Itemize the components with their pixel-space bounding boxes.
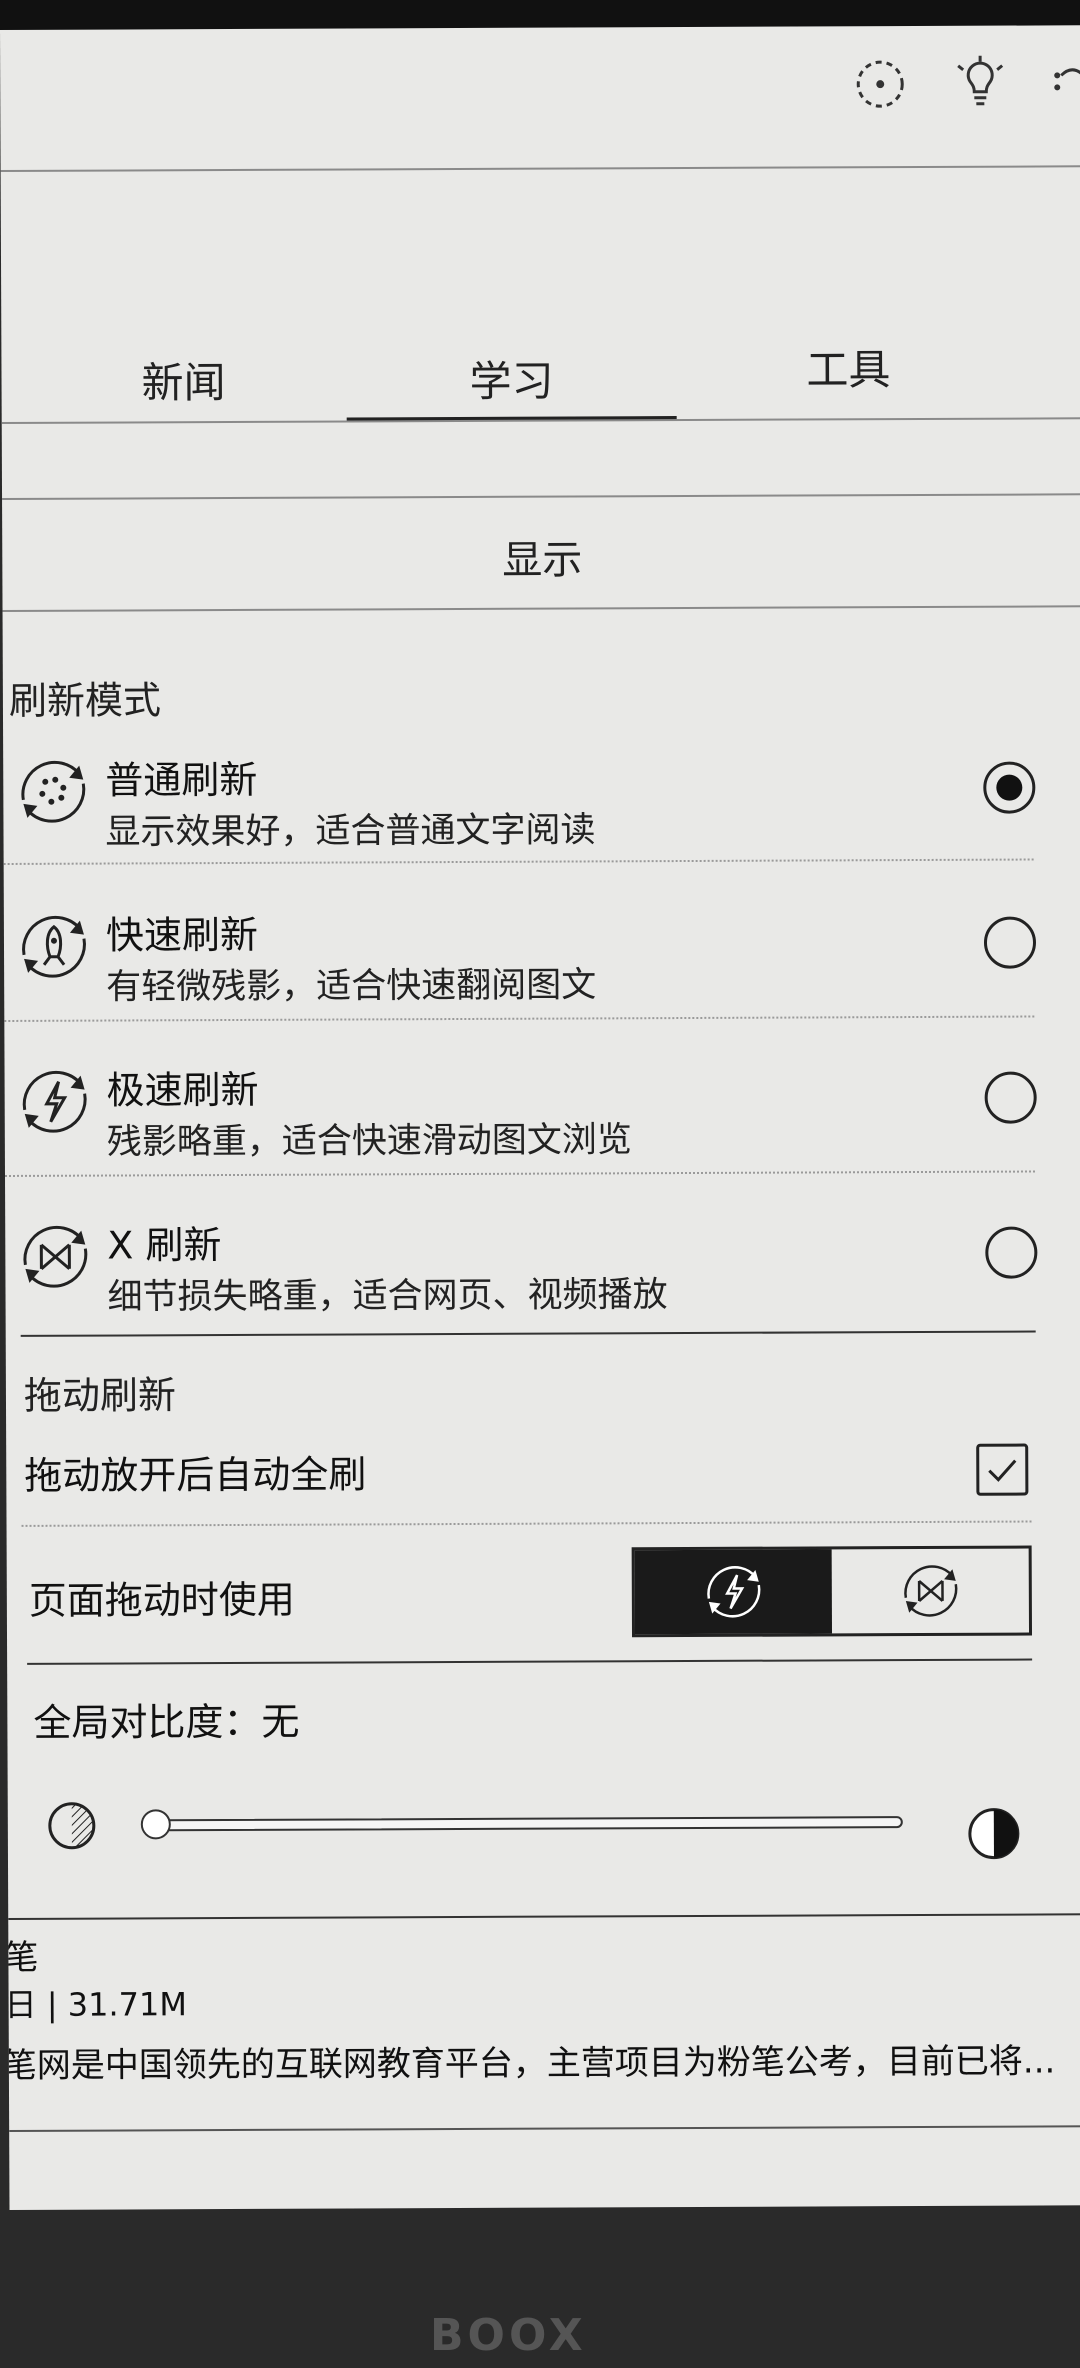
check-icon: [988, 1459, 1017, 1482]
refresh-mode-icon[interactable]: [850, 54, 910, 114]
frontlight-icon[interactable]: [950, 54, 1010, 114]
x-refresh-icon: [13, 1215, 97, 1299]
ultrafast-refresh-icon: [12, 1060, 96, 1144]
radio-fast-refresh[interactable]: [983, 916, 1037, 969]
divider: [2, 493, 1080, 500]
option-description: 残影略重，适合快速滑动图文浏览: [106, 1120, 632, 1163]
option-description: 有轻微残影，适合快速翻阅图文: [106, 965, 597, 1008]
refresh-option-normal[interactable]: 普通刷新 显示效果好，适合普通文字阅读: [3, 725, 1080, 880]
divider: [8, 1913, 1080, 1920]
tab-tools[interactable]: 工具: [806, 336, 890, 397]
divider: [2, 605, 1080, 612]
ultrafast-refresh-icon: [706, 1566, 760, 1618]
drag-refresh-mode-selector: [631, 1545, 1033, 1638]
refresh-option-x[interactable]: X 刷新 细节损失略重，适合网页、视频播放: [5, 1190, 1080, 1345]
app-description: 笔网是中国领先的互联网教育平台，主营项目为粉笔公考，目前已将...: [2, 2041, 1056, 2087]
low-contrast-icon[interactable]: [46, 1800, 98, 1852]
app-title: 笔: [4, 1937, 39, 1978]
app-meta: 日 | 31.71M: [4, 1985, 188, 2024]
refresh-option-ultrafast[interactable]: 极速刷新 残影略重，适合快速滑动图文浏览: [4, 1035, 1080, 1190]
refresh-mode-label: 刷新模式: [8, 678, 162, 723]
tab-news[interactable]: 新闻: [141, 349, 225, 410]
fast-refresh-icon: [12, 905, 96, 989]
auto-full-refresh-checkbox[interactable]: [976, 1443, 1029, 1496]
segment-ultrafast-refresh[interactable]: [634, 1549, 833, 1635]
option-title: 普通刷新: [105, 757, 258, 803]
option-description: 细节损失略重，适合网页、视频播放: [107, 1275, 668, 1318]
divider: [0, 165, 1080, 172]
screen: 新闻 学习 工具 显示 刷新模式 普通刷新 显示效果好，适合普通文字阅读 快速刷…: [0, 25, 1080, 2210]
radio-ultrafast-refresh[interactable]: [984, 1071, 1037, 1124]
option-title: 极速刷新: [106, 1067, 259, 1113]
radio-normal-refresh[interactable]: [983, 761, 1036, 814]
tab-study[interactable]: 学习: [469, 348, 553, 409]
refresh-option-fast[interactable]: 快速刷新 有轻微残影，适合快速翻阅图文: [4, 880, 1080, 1035]
app-list-item[interactable]: 笔 日 | 31.71M 笔网是中国领先的互联网教育平台，主营项目为粉笔公考，目…: [3, 1925, 1080, 2140]
segment-x-refresh[interactable]: [832, 1549, 1029, 1634]
contrast-slider-thumb[interactable]: [140, 1809, 171, 1840]
section-title: 显示: [502, 537, 583, 584]
radio-x-refresh[interactable]: [985, 1226, 1038, 1279]
x-refresh-icon: [903, 1565, 957, 1617]
device-brand-logo: BOOX: [430, 2310, 587, 2361]
contrast-label: 全局对比度：无: [33, 1699, 300, 1745]
high-contrast-icon[interactable]: [966, 1806, 1022, 1862]
use-during-drag-label: 页面拖动时使用: [28, 1577, 295, 1623]
more-icon[interactable]: [1045, 53, 1080, 113]
option-description: 显示效果好，适合普通文字阅读: [105, 810, 596, 853]
normal-refresh-icon: [11, 750, 95, 834]
status-bar: [0, 25, 1080, 150]
auto-full-refresh-label: 拖动放开后自动全刷: [24, 1452, 367, 1498]
contrast-slider-track[interactable]: [157, 1816, 903, 1832]
tab-bar: 新闻 学习 工具: [1, 315, 1080, 430]
option-title: 快速刷新: [105, 912, 259, 958]
divider: [21, 1520, 1032, 1527]
divider: [27, 1658, 1033, 1665]
option-title: X 刷新: [107, 1223, 222, 1268]
drag-refresh-label: 拖动刷新: [23, 1373, 177, 1418]
